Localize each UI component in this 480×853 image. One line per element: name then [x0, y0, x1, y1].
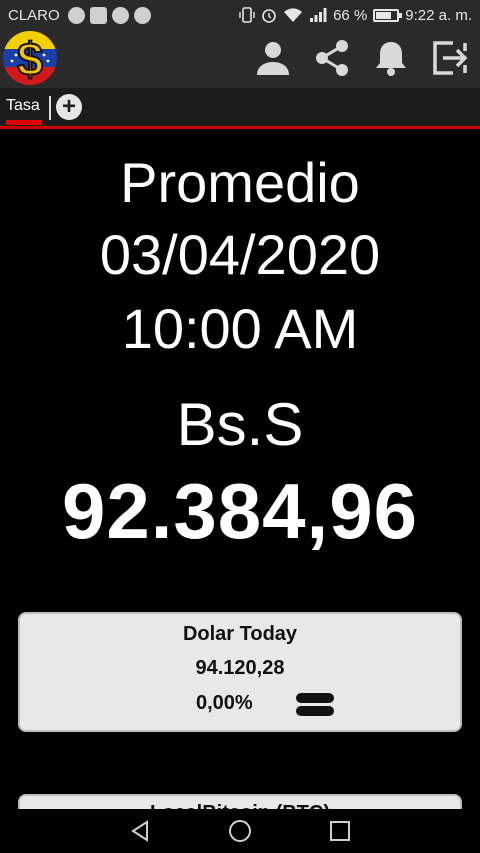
currency-label: Bs.S — [176, 391, 304, 458]
system-icons: 66 % 9:22 a. m. — [239, 7, 472, 24]
back-button[interactable] — [126, 817, 154, 845]
recents-icon — [330, 821, 350, 841]
profile-button[interactable] — [253, 38, 293, 78]
clock: 9:22 a. m. — [405, 6, 472, 24]
header-divider — [0, 126, 480, 129]
bell-icon — [376, 42, 406, 76]
rate-time: 10:00 AM — [121, 297, 359, 360]
check-icon — [133, 6, 151, 24]
signal-icon — [310, 8, 327, 22]
plus-circle-icon[interactable]: + — [56, 94, 82, 120]
messenger-icon — [67, 6, 85, 24]
home-icon — [229, 820, 251, 842]
notification-icons — [67, 6, 151, 24]
back-icon — [131, 820, 148, 842]
share-button[interactable] — [312, 38, 352, 78]
recents-button[interactable] — [326, 817, 354, 845]
card-value: 94.120,28 — [195, 657, 285, 679]
battery-icon — [373, 8, 403, 22]
exit-button[interactable] — [430, 38, 470, 78]
card-title: Dolar Today — [182, 623, 298, 645]
tab-indicator — [6, 120, 42, 125]
carrier-name: CLARO — [8, 6, 60, 24]
source-card-dolar-today[interactable]: Dolar Today 94.120,28 0,00% — [18, 612, 462, 732]
status-bar: CLARO 66 % 9:22 a. m. — [0, 0, 480, 30]
tab-divider — [49, 96, 51, 120]
alarm-icon — [262, 9, 276, 23]
svg-text:$: $ — [17, 33, 43, 85]
home-button[interactable] — [226, 817, 254, 845]
rate-date: 03/04/2020 — [99, 223, 381, 286]
vibrate-icon — [239, 7, 255, 23]
venezuela-dollar-logo[interactable]: $ — [2, 30, 58, 86]
card-change: 0,00% — [196, 692, 253, 714]
exit-icon — [433, 41, 468, 75]
share-icon — [316, 40, 348, 76]
app-bar: $ — [0, 30, 480, 88]
app-actions — [253, 38, 470, 78]
notifications-button[interactable] — [371, 38, 411, 78]
image-icon — [89, 6, 107, 24]
average-title: Promedio — [120, 151, 360, 214]
tab-bar: Tasa + — [0, 88, 480, 126]
exchange-rate: 92.384,96 — [61, 467, 418, 555]
equal-icon — [296, 692, 334, 718]
whatsapp-icon — [111, 6, 129, 24]
tab-tasa[interactable]: Tasa — [6, 97, 40, 115]
wifi-icon — [284, 8, 303, 22]
navigation-bar — [0, 809, 480, 853]
person-icon — [257, 42, 289, 75]
battery-percent: 66 % — [333, 6, 368, 24]
